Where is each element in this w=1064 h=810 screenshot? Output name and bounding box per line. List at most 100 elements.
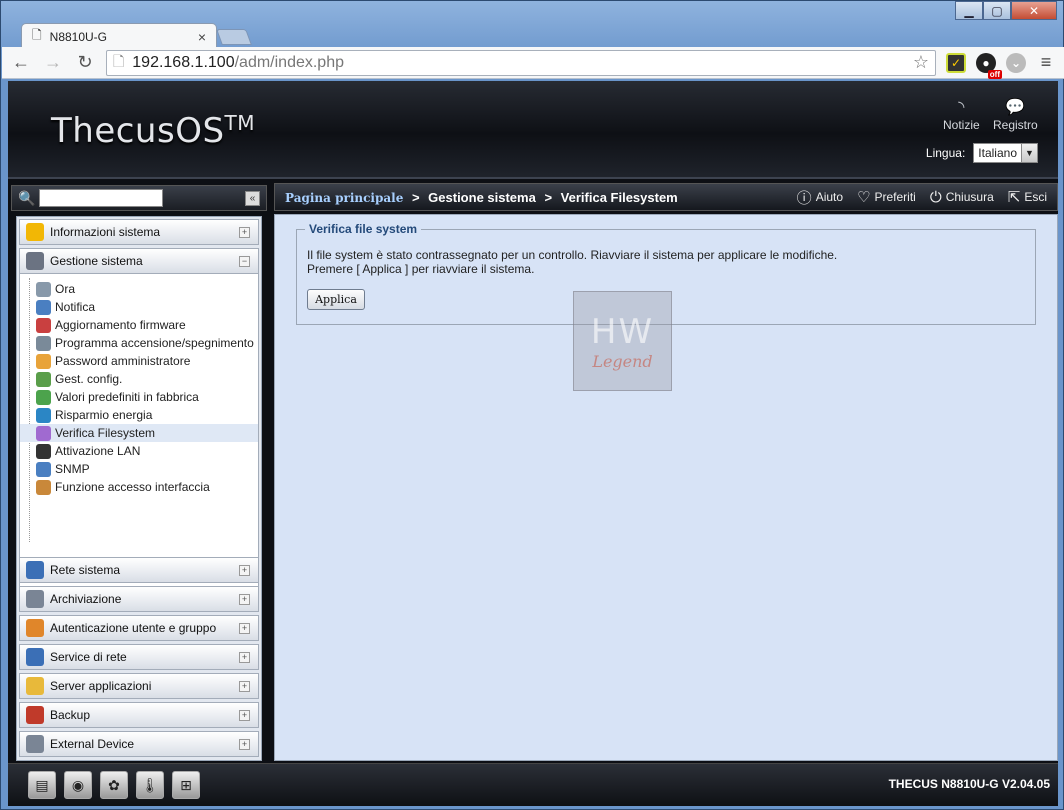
sidebar-group-label: Gestione sistema: [50, 254, 143, 268]
tree-item[interactable]: Notifica: [20, 298, 258, 316]
app-logo: ThecusOSTM: [51, 111, 255, 151]
tree-item[interactable]: Gest. config.: [20, 370, 258, 388]
network-icon[interactable]: ⊞: [172, 771, 200, 799]
favorites-label: Preferiti: [874, 190, 916, 204]
tree-item-label: Password amministratore: [55, 354, 191, 368]
help-icon: ⓘ: [796, 189, 812, 207]
log-button[interactable]: 💬 Registro: [993, 97, 1038, 132]
news-button[interactable]: ◝ Notizie: [943, 97, 980, 132]
sidebar-menu: Informazioni sistema + Gestione sistema − O…: [16, 216, 262, 761]
browser-tab[interactable]: 🗋 N8810U-G ×: [21, 23, 217, 49]
logout-button[interactable]: ⇱ Esci: [1008, 188, 1047, 206]
expand-icon[interactable]: +: [239, 709, 250, 721]
tree-item-label: Funzione accesso interfaccia: [55, 480, 210, 494]
breadcrumb-home-link[interactable]: Pagina principale: [285, 191, 403, 205]
group-icon: [26, 590, 44, 608]
expand-icon[interactable]: +: [239, 680, 250, 692]
breadcrumb-level2: Verifica Filesystem: [560, 189, 678, 205]
collapse-icon[interactable]: −: [239, 255, 250, 267]
reload-icon[interactable]: ↻: [74, 52, 96, 73]
log-label: Registro: [993, 118, 1038, 132]
page-icon: 🗋: [32, 28, 42, 42]
tree-item[interactable]: SNMP: [20, 460, 258, 478]
sidebar-group[interactable]: Rete sistema +: [19, 557, 259, 583]
tree-item-icon: [36, 317, 51, 333]
help-button[interactable]: ⓘ Aiuto: [797, 187, 843, 208]
favorites-button[interactable]: ♡ Preferiti: [857, 188, 916, 206]
fan-icon[interactable]: ✿: [100, 771, 128, 799]
search-input[interactable]: [39, 189, 164, 207]
bookmark-star-icon[interactable]: ☆: [913, 52, 929, 73]
sidebar-group[interactable]: Server applicazioni +: [19, 673, 259, 699]
logo-text: ThecusOS: [51, 111, 225, 151]
tree-item[interactable]: Funzione accesso interfaccia: [20, 478, 258, 496]
speech-bubble-icon: 💬: [1005, 99, 1026, 116]
tree-item[interactable]: Attivazione LAN: [20, 442, 258, 460]
group-icon: [26, 252, 44, 270]
sidebar-group-label: Rete sistema: [50, 563, 121, 577]
tab-close-icon[interactable]: ×: [198, 29, 206, 45]
tree-menu: Ora Notifica Aggiornamento firmware Program…: [19, 274, 259, 592]
status-footer: ▤ ◉ ✿ 🌡 ⊞ THECUS N8810U-G V2.04.05: [8, 763, 1058, 806]
url-host: 192.168.1.100: [132, 53, 235, 71]
sidebar-group[interactable]: Informazioni sistema +: [19, 219, 259, 245]
tree-item[interactable]: Valori predefiniti in fabbrica: [20, 388, 258, 406]
extension-pocket-icon[interactable]: ⌄: [1006, 52, 1026, 73]
maximize-button[interactable]: ▢: [983, 1, 1011, 20]
sidebar-group[interactable]: Backup +: [19, 702, 259, 728]
sidebar: 🔍 « Informazioni sistema + Gestione sistem…: [8, 181, 270, 761]
language-select[interactable]: Italiano ▼: [973, 143, 1038, 163]
group-icon: [26, 677, 44, 695]
collapse-sidebar-button[interactable]: «: [245, 190, 260, 206]
tree-item[interactable]: Verifica Filesystem: [20, 424, 258, 442]
address-bar[interactable]: 🗋 192.168.1.100/adm/index.php ☆: [106, 49, 936, 76]
tab-strip: 🗋 N8810U-G ×: [9, 19, 1009, 49]
group-icon: [26, 561, 44, 579]
tree-item-icon: [36, 353, 51, 369]
tree-item[interactable]: Password amministratore: [20, 352, 258, 370]
sidebar-group[interactable]: Gestione sistema −: [19, 248, 259, 274]
sidebar-group-label: Archiviazione: [50, 592, 122, 606]
tree-item-label: Gest. config.: [55, 372, 123, 386]
sidebar-group-label: External Device: [50, 737, 135, 751]
apply-button[interactable]: Applica: [307, 289, 365, 310]
extension-check-icon[interactable]: ✓: [946, 52, 966, 73]
instruction-text: Premere [ Applica ] per riavviare il sis…: [307, 262, 535, 276]
disk-icon[interactable]: ◉: [64, 771, 92, 799]
sidebar-group[interactable]: Autenticazione utente e gruppo +: [19, 615, 259, 641]
expand-icon[interactable]: +: [239, 593, 250, 605]
tree-item[interactable]: Aggiornamento firmware: [20, 316, 258, 334]
sidebar-group[interactable]: Service di rete +: [19, 644, 259, 670]
group-icon: [26, 648, 44, 666]
extension-ghost-icon[interactable]: ● off: [976, 52, 1002, 79]
raid-icon[interactable]: ▤: [28, 771, 56, 799]
forward-icon[interactable]: →: [42, 52, 64, 73]
tree-item-icon: [36, 461, 51, 477]
tree-item[interactable]: Programma accensione/spegnimento: [20, 334, 258, 352]
back-icon[interactable]: ←: [10, 52, 32, 73]
expand-icon[interactable]: +: [239, 738, 250, 750]
minimize-button[interactable]: ▁: [955, 1, 983, 20]
expand-icon[interactable]: +: [239, 564, 250, 576]
sidebar-group[interactable]: External Device +: [19, 731, 259, 757]
firmware-version: THECUS N8810U-G V2.04.05: [888, 777, 1050, 791]
expand-icon[interactable]: +: [239, 622, 250, 634]
shutdown-button[interactable]: ⏻ Chiusura: [930, 189, 994, 206]
tree-item-label: Verifica Filesystem: [55, 426, 156, 440]
tree-item[interactable]: Ora: [20, 280, 258, 298]
sidebar-group[interactable]: Archiviazione +: [19, 586, 259, 612]
new-tab-button[interactable]: [216, 29, 252, 45]
browser-menu-icon[interactable]: ≡: [1036, 52, 1056, 73]
tree-item-label: SNMP: [55, 462, 90, 476]
tree-item[interactable]: Risparmio energia: [20, 406, 258, 424]
main-panel: Pagina principale > Gestione sistema > V…: [274, 181, 1058, 761]
breadcrumb: Pagina principale > Gestione sistema > V…: [285, 190, 783, 205]
close-window-button[interactable]: ✕: [1011, 1, 1057, 20]
thermometer-icon[interactable]: 🌡: [136, 771, 164, 799]
expand-icon[interactable]: +: [239, 226, 250, 238]
breadcrumb-separator: >: [411, 189, 420, 205]
watermark-top: HW: [590, 311, 655, 352]
language-selector: Lingua: Italiano ▼: [926, 143, 1038, 163]
shutdown-label: Chiusura: [945, 190, 994, 204]
expand-icon[interactable]: +: [239, 651, 250, 663]
